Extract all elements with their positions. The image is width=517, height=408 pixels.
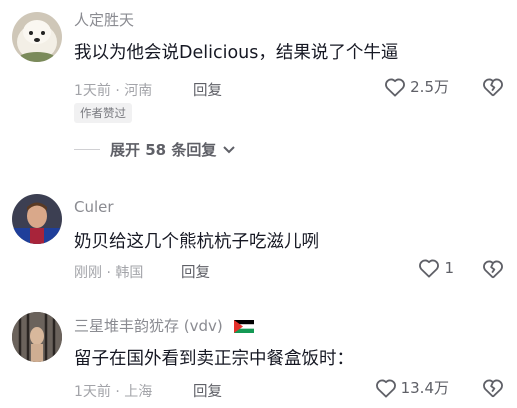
comment-time: 1天前 — [74, 384, 111, 400]
broken-heart-icon — [483, 379, 503, 398]
broken-heart-icon — [483, 260, 503, 279]
divider — [74, 149, 100, 150]
author-liked-badge: 作者赞过 — [74, 103, 132, 123]
comment-meta: 1天前 · 河南 — [74, 83, 153, 99]
like-button[interactable]: 13.4万 — [375, 377, 449, 398]
comment-meta: 刚刚 · 韩国 — [74, 265, 144, 281]
like-button[interactable]: 2.5万 — [384, 76, 449, 97]
dislike-button[interactable] — [481, 77, 505, 101]
avatar[interactable] — [12, 12, 62, 62]
broken-heart-icon — [483, 78, 503, 97]
username[interactable]: Culer — [74, 198, 114, 216]
dislike-button[interactable] — [481, 378, 505, 402]
comment-item: 三星堆丰韵犹存 (vdv) 留子在国外看到卖正宗中餐盒饭时： 1天前 · 上海 … — [0, 302, 517, 408]
comment-meta: 1天前 · 上海 — [74, 384, 153, 400]
heart-icon — [385, 78, 406, 97]
like-button[interactable]: 1 — [418, 258, 454, 278]
reply-button[interactable]: 回复 — [181, 261, 210, 282]
username[interactable]: 人定胜天 — [74, 9, 134, 30]
comment-item: 人定胜天 我以为他会说Delicious，结果说了个牛逼 1天前 · 河南 回复… — [0, 0, 517, 175]
chevron-down-icon — [223, 145, 236, 153]
username[interactable]: 三星堆丰韵犹存 (vdv) — [74, 315, 254, 336]
like-count: 1 — [444, 259, 454, 277]
comment-location: 河南 — [124, 83, 153, 99]
avatar[interactable] — [12, 312, 62, 362]
comment-location: 上海 — [124, 384, 153, 400]
heart-icon — [419, 259, 440, 278]
comment-item: Culer 奶贝给这几个熊杭杭子吃滋儿咧 刚刚 · 韩国 回复 1 — [0, 188, 517, 288]
comment-location: 韩国 — [115, 265, 144, 281]
like-count: 13.4万 — [400, 379, 449, 397]
palestine-flag-icon — [233, 320, 254, 333]
comment-text: 我以为他会说Delicious，结果说了个牛逼 — [74, 43, 399, 63]
like-count: 2.5万 — [410, 78, 449, 96]
expand-replies-label: 展开 58 条回复 — [110, 141, 217, 159]
comment-text: 留子在国外看到卖正宗中餐盒饭时： — [74, 349, 354, 369]
reply-button[interactable]: 回复 — [193, 380, 222, 401]
dislike-button[interactable] — [481, 259, 505, 283]
heart-icon — [375, 379, 396, 398]
avatar[interactable] — [12, 194, 62, 244]
comment-time: 1天前 — [74, 83, 111, 99]
comment-time: 刚刚 — [74, 265, 102, 281]
reply-button[interactable]: 回复 — [193, 79, 222, 100]
username-text: 三星堆丰韵犹存 (vdv) — [74, 317, 223, 335]
expand-replies-button[interactable]: 展开 58 条回复 — [74, 139, 236, 160]
comment-text: 奶贝给这几个熊杭杭子吃滋儿咧 — [74, 232, 319, 252]
